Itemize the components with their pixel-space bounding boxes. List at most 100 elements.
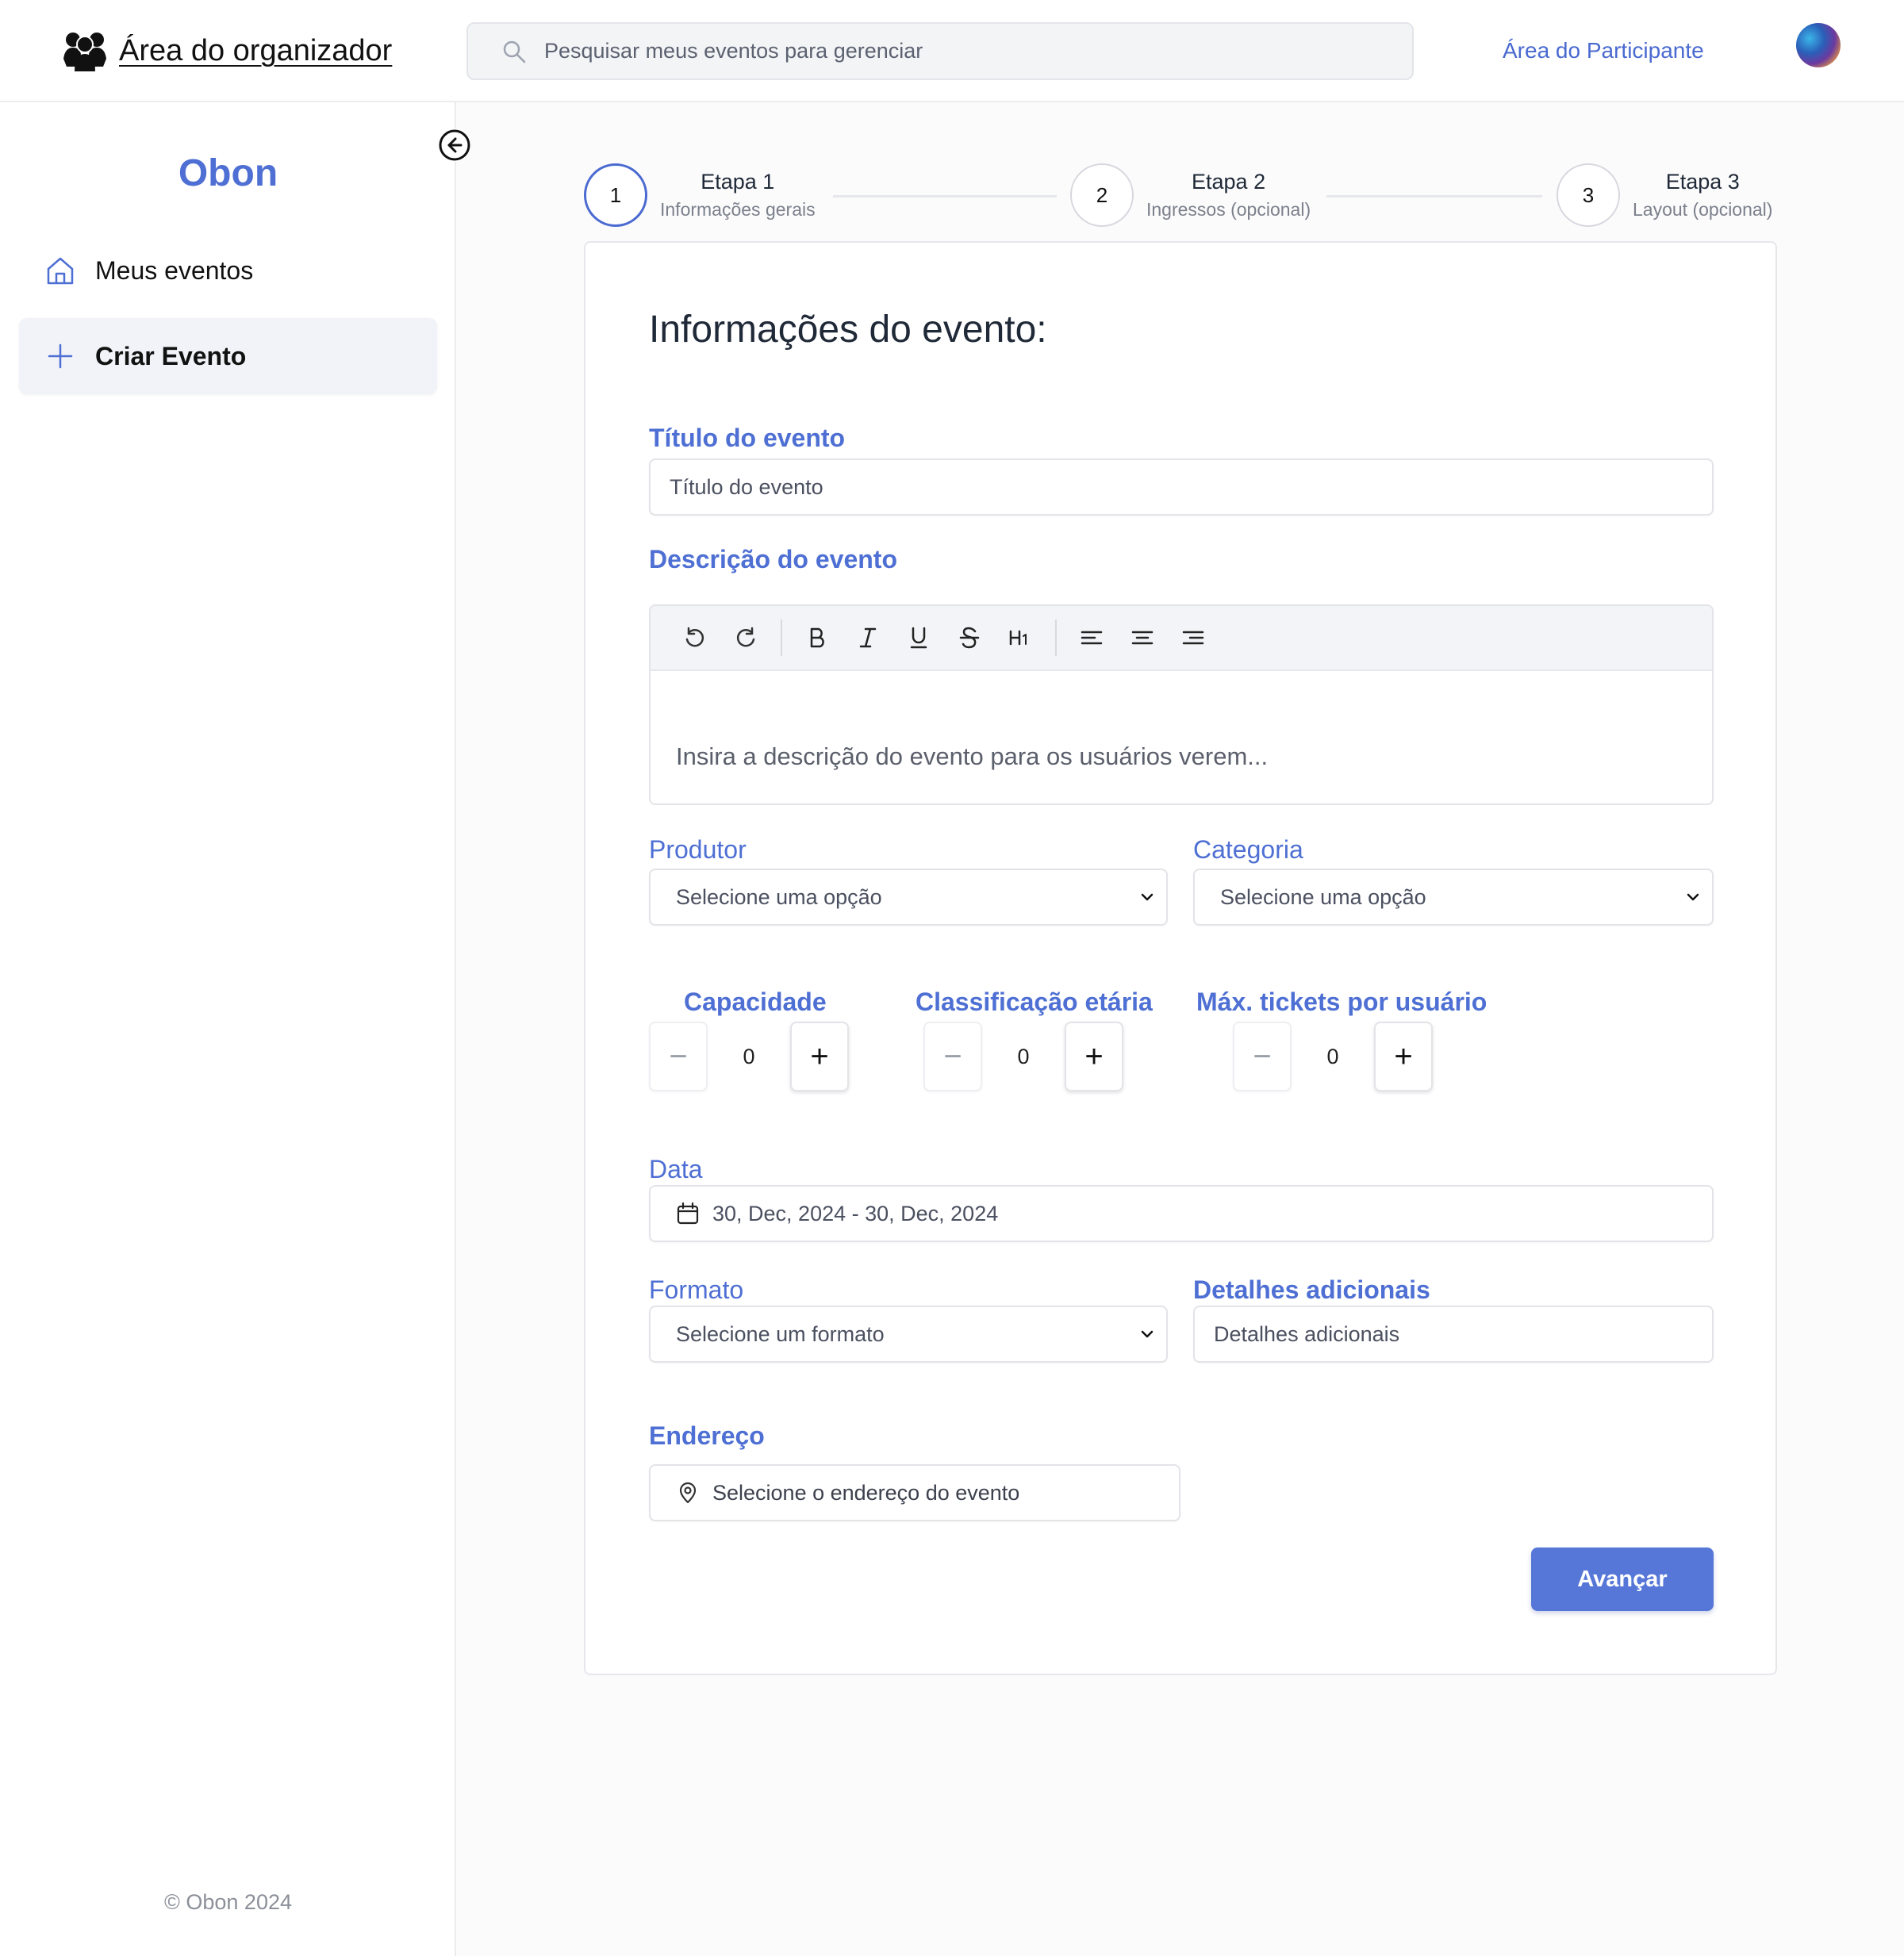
sidebar: Obon Meus eventos Criar Evento © Obon 20… (0, 102, 456, 1956)
category-selected-value: Selecione uma opção (1220, 884, 1426, 909)
decrement-button[interactable]: − (1233, 1022, 1292, 1091)
sidebar-item-create-event[interactable]: Criar Evento (19, 318, 437, 394)
max-tickets-value[interactable]: 0 (1292, 1045, 1374, 1069)
capacity-stepper: − 0 + (649, 1022, 849, 1091)
align-left-button[interactable] (1076, 622, 1107, 654)
capacity-label: Capacidade (684, 988, 827, 1016)
category-label: Categoria (1193, 835, 1303, 864)
collapse-sidebar-button[interactable] (438, 128, 471, 162)
age-rating-value[interactable]: 0 (982, 1045, 1065, 1069)
align-left-icon (1081, 631, 1103, 645)
producer-selected-value: Selecione uma opção (676, 884, 882, 909)
align-right-button[interactable] (1177, 622, 1209, 654)
italic-button[interactable] (852, 622, 884, 654)
step-connector (833, 195, 1057, 198)
title-field[interactable] (649, 458, 1714, 516)
details-input[interactable] (1214, 1321, 1712, 1347)
address-value: Selecione o endereço do evento (712, 1480, 1020, 1505)
undo-icon (685, 627, 704, 647)
participant-area-link[interactable]: Área do Participante (1503, 38, 1704, 63)
address-picker[interactable]: Selecione o endereço do evento (649, 1464, 1180, 1521)
producer-label: Produtor (649, 835, 747, 864)
format-label: Formato (649, 1275, 744, 1304)
step-subtitle: Informações gerais (660, 199, 816, 220)
redo-icon (736, 627, 755, 647)
redo-button[interactable] (730, 622, 762, 654)
editor-toolbar (651, 606, 1712, 671)
date-range-value: 30, Dec, 2024 - 30, Dec, 2024 (712, 1201, 999, 1225)
chevron-down-icon (1141, 893, 1154, 901)
step-number: 1 (584, 163, 647, 227)
strikethrough-button[interactable] (954, 622, 985, 654)
increment-button[interactable]: + (1374, 1022, 1433, 1091)
bold-button[interactable] (801, 622, 833, 654)
organizer-group-icon (63, 33, 106, 71)
address-label: Endereço (649, 1421, 765, 1450)
heading1-icon (1009, 630, 1027, 646)
increment-button[interactable]: + (790, 1022, 849, 1091)
step-2[interactable]: 2 Etapa 2 Ingressos (opcional) (1070, 163, 1311, 227)
step-subtitle: Layout (opcional) (1633, 199, 1773, 220)
step-title: Etapa 1 (701, 170, 775, 194)
producer-select[interactable]: Selecione uma opção (649, 869, 1168, 926)
decrement-button[interactable]: − (649, 1022, 708, 1091)
description-label: Descrição do evento (649, 545, 897, 573)
event-form-card (584, 241, 1777, 1675)
description-placeholder[interactable]: Insira a descrição do evento para os usu… (676, 742, 1268, 771)
arrow-left-circle-icon (439, 129, 470, 161)
align-center-button[interactable] (1127, 622, 1158, 654)
description-editor[interactable]: Insira a descrição do evento para os usu… (649, 604, 1714, 805)
plus-icon (48, 343, 73, 369)
next-button[interactable]: Avançar (1531, 1548, 1714, 1611)
sidebar-item-my-events[interactable]: Meus eventos (19, 232, 437, 309)
sidebar-logo[interactable]: Obon (0, 151, 456, 195)
details-label: Detalhes adicionais (1193, 1275, 1430, 1304)
decrement-button[interactable]: − (923, 1022, 982, 1091)
increment-button[interactable]: + (1065, 1022, 1123, 1091)
step-number: 2 (1070, 163, 1134, 227)
step-number: 3 (1557, 163, 1620, 227)
format-select[interactable]: Selecione um formato (649, 1306, 1168, 1363)
title-input[interactable] (670, 474, 1712, 500)
heading1-button[interactable] (1004, 622, 1036, 654)
step-connector (1326, 195, 1542, 198)
align-right-icon (1182, 631, 1204, 645)
date-range-picker[interactable]: 30, Dec, 2024 - 30, Dec, 2024 (649, 1185, 1714, 1242)
age-rating-stepper: − 0 + (923, 1022, 1123, 1091)
top-header: Área do organizador Área do Participante (0, 0, 1904, 102)
max-tickets-stepper: − 0 + (1233, 1022, 1433, 1091)
capacity-value[interactable]: 0 (708, 1045, 790, 1069)
format-selected-value: Selecione um formato (676, 1321, 885, 1346)
italic-icon (859, 627, 877, 648)
sidebar-item-label: Meus eventos (95, 255, 254, 285)
details-field[interactable] (1193, 1306, 1714, 1363)
calendar-icon (677, 1202, 699, 1225)
toolbar-divider (781, 619, 782, 656)
avatar[interactable] (1796, 23, 1841, 67)
toolbar-divider (1055, 619, 1057, 656)
step-subtitle: Ingressos (opcional) (1146, 199, 1311, 220)
copyright-text: © Obon 2024 (163, 1890, 292, 1914)
sidebar-item-label: Criar Evento (95, 341, 247, 370)
brand[interactable]: Área do organizador (62, 30, 392, 71)
step-title: Etapa 2 (1192, 170, 1266, 194)
age-rating-label: Classificação etária (916, 988, 1153, 1016)
step-3[interactable]: 3 Etapa 3 Layout (opcional) (1557, 163, 1772, 227)
step-title: Etapa 3 (1665, 170, 1740, 194)
search-bar[interactable] (466, 22, 1414, 80)
align-center-icon (1131, 631, 1154, 645)
bold-icon (810, 627, 824, 648)
location-pin-icon (679, 1482, 697, 1504)
step-1[interactable]: 1 Etapa 1 Informações gerais (584, 163, 816, 227)
search-icon (503, 40, 526, 63)
max-tickets-label: Máx. tickets por usuário (1196, 988, 1488, 1016)
search-input[interactable] (544, 39, 1338, 63)
category-select[interactable]: Selecione uma opção (1193, 869, 1714, 926)
home-icon (47, 257, 74, 285)
underline-icon (910, 627, 927, 649)
form-heading: Informações do evento: (649, 309, 1047, 351)
chevron-down-icon (1141, 1330, 1154, 1338)
strikethrough-icon (959, 627, 980, 649)
underline-button[interactable] (903, 622, 935, 654)
undo-button[interactable] (679, 622, 711, 654)
